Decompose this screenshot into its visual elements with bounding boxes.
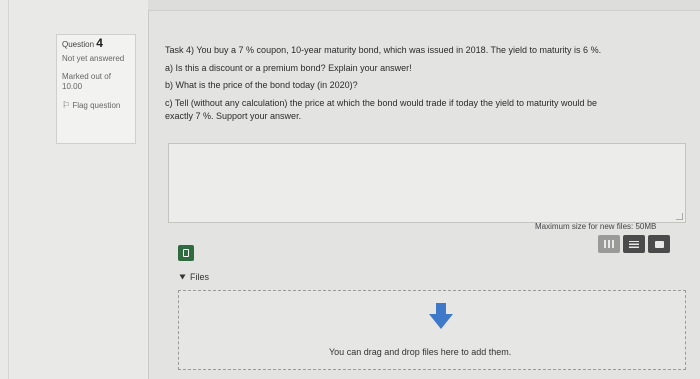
grid-icon — [604, 240, 614, 248]
max-file-size: Maximum size for new files: 50MB — [535, 222, 657, 231]
expand-icon — [179, 274, 186, 280]
resize-handle[interactable] — [676, 213, 683, 220]
files-folder[interactable]: Files — [179, 272, 209, 282]
drop-instructions: You can drag and drop files here to add … — [329, 347, 512, 357]
tree-view-button[interactable] — [648, 235, 670, 253]
list-icon — [629, 240, 639, 248]
answer-textarea[interactable] — [168, 143, 686, 223]
task-statement: Task 4) You buy a 7 % coupon, 10-year ma… — [165, 45, 602, 55]
question-info-panel: Question 4 Not yet answered Marked out o… — [56, 34, 136, 144]
add-file-button[interactable] — [178, 245, 194, 261]
download-arrow-icon — [429, 303, 453, 329]
file-icon — [183, 249, 189, 257]
folder-icon — [654, 240, 664, 248]
task-part-a: a) Is this a discount or a premium bond?… — [165, 62, 412, 73]
view-toggle-group — [598, 235, 670, 253]
grid-view-button[interactable] — [598, 235, 620, 253]
content-divider — [148, 10, 149, 379]
question-marks: Marked out of 10.00 — [62, 72, 111, 91]
top-bar — [148, 0, 700, 11]
flag-icon: ⚐ — [62, 100, 71, 110]
task-part-c: c) Tell (without any calculation) the pr… — [165, 97, 598, 108]
left-divider — [8, 0, 9, 379]
file-drop-zone[interactable]: You can drag and drop files here to add … — [178, 290, 686, 370]
task-part-b: b) What is the price of the bond today (… — [165, 80, 358, 90]
task-part-c-cont: exactly 7 %. Support your answer. — [165, 111, 302, 121]
question-number: Question 4 — [62, 36, 103, 50]
list-view-button[interactable] — [623, 235, 645, 253]
question-text: Task 4) You buy a 7 % coupon, 10-year ma… — [165, 44, 690, 124]
flag-question-link[interactable]: ⚐ Flag question — [62, 100, 130, 111]
question-status: Not yet answered — [62, 54, 125, 63]
